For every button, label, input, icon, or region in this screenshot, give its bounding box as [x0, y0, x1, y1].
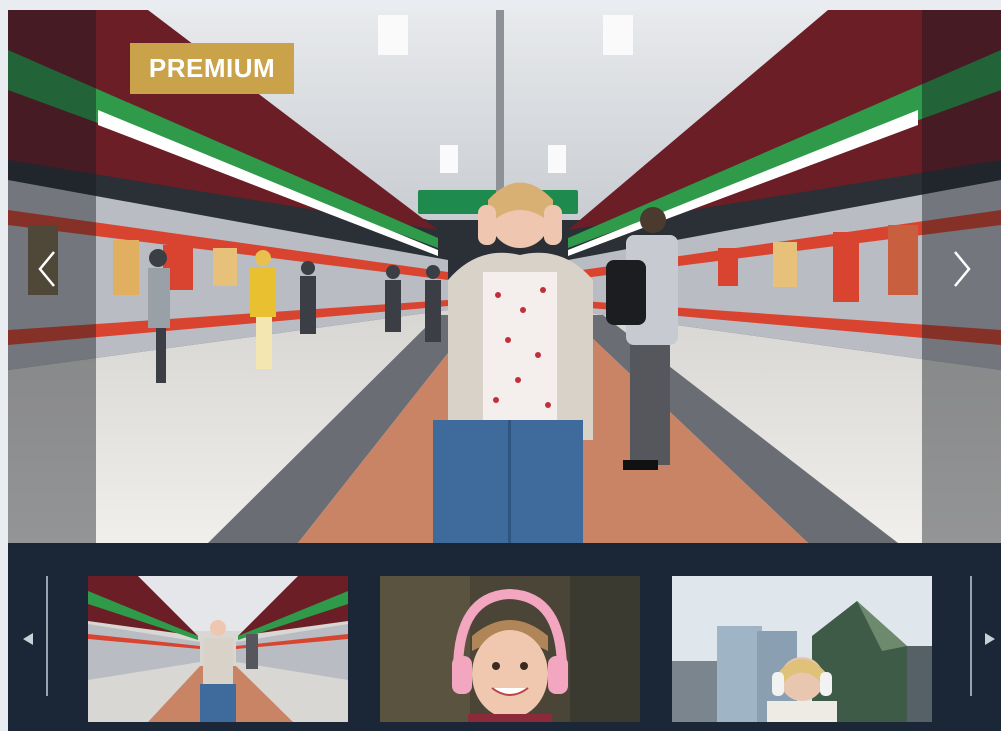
- triangle-right-icon: [985, 632, 995, 645]
- thumbnail-2[interactable]: [380, 576, 640, 722]
- premium-badge: PREMIUM: [130, 43, 294, 94]
- strip-divider-left: [46, 576, 48, 696]
- previous-image-button[interactable]: [36, 250, 72, 298]
- chevron-right-icon: [954, 251, 971, 287]
- thumbnail-prev-button[interactable]: [8, 546, 48, 731]
- thumbnail-1-photo: [88, 576, 348, 722]
- thumbnail-next-button[interactable]: [970, 546, 1001, 731]
- thumbnail-3[interactable]: [672, 576, 932, 722]
- thumbnail-3-photo: [672, 576, 932, 722]
- next-image-button[interactable]: [951, 250, 987, 298]
- main-image-viewer[interactable]: PREMIUM: [8, 10, 1001, 543]
- chevron-left-icon: [38, 251, 55, 287]
- thumbnail-1[interactable]: [88, 576, 348, 722]
- image-gallery: PREMIUM: [8, 10, 1001, 731]
- triangle-left-icon: [23, 632, 33, 645]
- thumbnail-strip: [8, 546, 1001, 731]
- thumbnail-2-photo: [380, 576, 640, 722]
